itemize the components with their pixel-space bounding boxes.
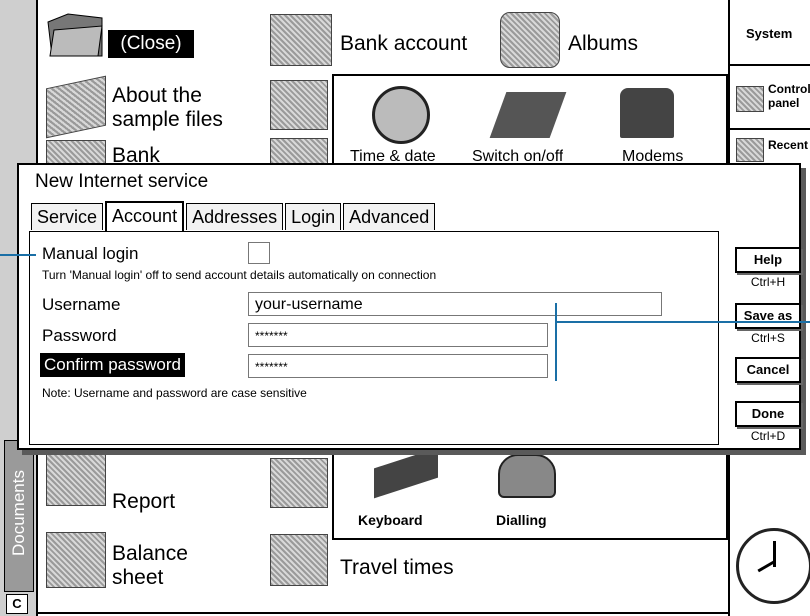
clock-icon[interactable] [372,86,430,144]
report-label[interactable]: Report [112,490,175,514]
bank-account-icon [270,14,332,66]
control-line2[interactable]: panel [768,96,799,110]
documents-tab[interactable]: Documents [4,440,34,592]
manual-login-label: Manual login [42,244,139,263]
callout-line-left [0,254,36,256]
control-panel-icon [736,86,764,112]
manual-login-hint: Turn 'Manual login' off to send account … [42,268,437,282]
switch-onoff-label[interactable]: Switch on/off [472,148,563,163]
cancel-button[interactable]: Cancel [735,357,801,383]
tab-advanced[interactable]: Advanced [343,203,436,230]
bottom-border [36,612,728,614]
report-doc-icon [46,450,106,506]
confirm-password-field[interactable]: ******* [248,354,548,378]
dialog-title: New Internet service [35,171,209,192]
case-sensitive-note: Note: Username and password are case sen… [42,386,307,400]
albums-icon [500,12,560,68]
about-line2[interactable]: sample files [112,108,223,132]
clock-face-icon [736,528,810,604]
manual-login-checkbox[interactable] [248,242,270,264]
c-icon[interactable]: C [6,594,28,614]
tab-addresses[interactable]: Addresses [186,203,284,230]
balance-sheet-icon [46,532,106,588]
keyboard-label[interactable]: Keyboard [358,512,423,528]
control-line1[interactable]: Control [768,82,810,96]
callout-line-right-vertical [555,303,557,381]
sheet-icon [270,80,328,130]
bank-partial-label[interactable]: Bank [112,144,160,163]
bank-doc-icon [46,140,106,164]
close-label: (Close) [120,33,182,54]
save-as-shortcut: Ctrl+S [751,331,785,345]
albums-label[interactable]: Albums [568,32,638,56]
password-field[interactable]: ******* [248,323,548,347]
sheet-icon [270,458,328,508]
balance-line2[interactable]: sheet [112,566,163,590]
recent-icon [736,138,764,162]
close-button[interactable]: (Close) [108,30,194,58]
balance-line1[interactable]: Balance [112,542,188,566]
confirm-password-label: Confirm password [40,353,185,377]
help-shortcut: Ctrl+H [750,275,786,289]
modem-icon[interactable] [620,88,674,138]
dialog-tabs: Service Account Addresses Login Advanced [31,201,437,231]
time-date-label[interactable]: Time & date [350,148,436,163]
save-as-button[interactable]: Save as [735,303,801,329]
about-doc-icon [46,75,106,139]
done-button[interactable]: Done [735,401,801,427]
recent-label[interactable]: Recent [768,138,808,152]
username-label: Username [42,295,121,314]
tab-login[interactable]: Login [285,203,342,230]
travel-times-label[interactable]: Travel times [340,556,454,580]
tab-account[interactable]: Account [105,201,185,231]
help-button[interactable]: Help [735,247,801,273]
travel-times-icon [270,534,328,586]
about-line1[interactable]: About the [112,84,202,108]
password-label: Password [42,326,117,345]
modems-label[interactable]: Modems [622,148,683,163]
phone-icon[interactable] [498,454,556,498]
right-divider [730,128,810,130]
callout-line-right [555,321,810,323]
right-divider [730,64,810,66]
account-panel: Manual login Turn 'Manual login' off to … [29,231,719,445]
sheet-icon [270,138,328,164]
new-internet-service-dialog: New Internet service Service Account Add… [17,163,801,450]
tab-service[interactable]: Service [31,203,104,230]
confirm-password-text: Confirm password [44,355,181,374]
done-shortcut: Ctrl+D [750,429,786,443]
folder-icon [44,8,106,65]
system-label[interactable]: System [746,26,792,41]
bank-account-label[interactable]: Bank account [340,32,467,56]
documents-tab-label: Documents [9,470,28,556]
username-field[interactable]: your-username [248,292,662,316]
dialling-label[interactable]: Dialling [496,512,547,528]
